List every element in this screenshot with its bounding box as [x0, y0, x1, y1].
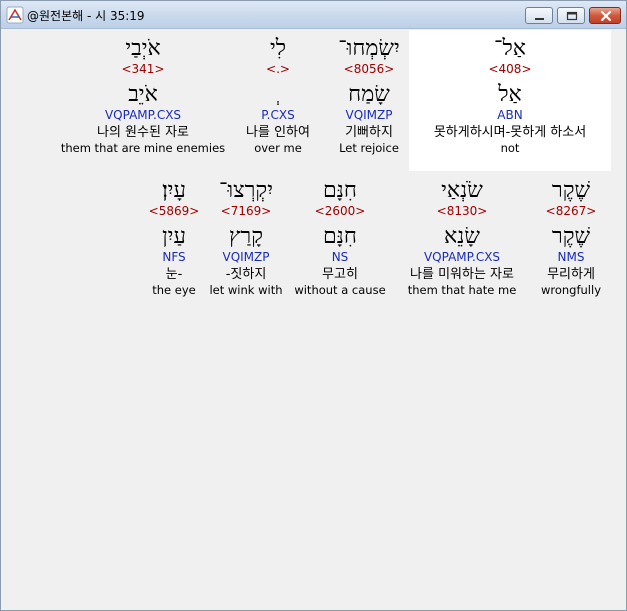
app-logo-icon: [6, 6, 24, 24]
korean-gloss: 나의 원수된 자로: [97, 125, 189, 140]
korean-gloss: -짓하지: [225, 267, 267, 282]
close-button[interactable]: [589, 7, 621, 24]
english-gloss: let wink with: [209, 283, 283, 297]
strong-number[interactable]: <5869>: [146, 204, 202, 218]
window-title: @원전본해 - 시 35:19: [27, 9, 145, 23]
morphology-code: NS: [331, 250, 349, 264]
maximize-button[interactable]: [557, 7, 585, 24]
english-gloss: them that are mine enemies: [60, 141, 226, 155]
morphology-code: P.CXS: [261, 108, 295, 122]
hebrew-root: ְ: [232, 82, 324, 108]
hebrew-root: שָׂמַח: [348, 82, 390, 107]
english-gloss: without a cause: [294, 283, 386, 297]
morphology-code: NFS: [162, 250, 186, 264]
hebrew-word: שֶׁקֶר: [551, 178, 591, 203]
english-gloss: them that hate me: [407, 283, 517, 297]
morphology-code: VQPAMP.CXS: [104, 108, 182, 122]
hebrew-root: עַיִן: [162, 224, 186, 249]
strong-number[interactable]: <8056>: [328, 62, 410, 76]
english-gloss: not: [500, 141, 520, 155]
title-bar[interactable]: @원전본해 - 시 35:19: [1, 1, 626, 29]
close-icon: [600, 10, 612, 22]
korean-gloss: 무리하게: [547, 267, 595, 282]
korean-gloss: 무고히: [322, 267, 358, 282]
strong-number[interactable]: <341>: [58, 62, 228, 76]
word-cell-341[interactable]: אֹיְבַי <341> אֹיֵב VQPAMP.CXS 나의 원수된 자로…: [58, 30, 228, 171]
hebrew-root: חִנָּם: [323, 224, 357, 249]
hebrew-root: קָרַץ: [228, 224, 264, 249]
word-cell-8130[interactable]: שֹׂנְאַי <8130> שָׂנֵא VQPAMP.CXS 나를 미워하…: [396, 172, 528, 313]
english-gloss: Let rejoice: [339, 141, 399, 155]
strong-number[interactable]: <8130>: [396, 204, 528, 218]
interlinear-panel: אַל־ <408> אַל ABN 못하게하시며-못하게 하소서 not יִ…: [6, 30, 621, 607]
word-cell-8267[interactable]: שֶׁקֶר <8267> שֶׁקֶר NMS 무리하게 wrongfully: [534, 172, 608, 313]
korean-gloss: 기뻐하지: [345, 125, 393, 140]
hebrew-word: עָיִן׃: [162, 178, 186, 203]
strong-number[interactable]: <7169>: [206, 204, 286, 218]
app-window: @원전본해 - 시 35:19 אַל־ <408> אַל ABN 못하게하시…: [0, 0, 627, 611]
strong-number[interactable]: <408>: [409, 62, 611, 76]
morphology-code: NMS: [557, 250, 585, 264]
hebrew-word: חִנָּם: [323, 178, 357, 203]
word-cell-408[interactable]: אַל־ <408> אַל ABN 못하게하시며-못하게 하소서 not: [409, 30, 611, 171]
strong-number[interactable]: <8267>: [534, 204, 608, 218]
hebrew-word: שֹׂנְאַי: [441, 178, 483, 203]
korean-gloss: 눈-: [165, 267, 183, 282]
hebrew-root: שָׂנֵא: [444, 224, 480, 249]
hebrew-root: אֹיֵב: [128, 82, 158, 107]
morphology-code: VQIMZP: [222, 250, 270, 264]
minimize-button[interactable]: [525, 7, 553, 24]
word-cell-2600[interactable]: חִנָּם <2600> חִנָּם NS 무고히 without a ca…: [292, 172, 388, 313]
word-cell-7169[interactable]: יִקְרְצוּ־ <7169> קָרַץ VQIMZP -짓하지 let …: [206, 172, 286, 313]
strong-number[interactable]: <2600>: [292, 204, 388, 218]
hebrew-word: אֹיְבַי: [125, 36, 161, 61]
english-gloss: the eye: [152, 283, 196, 297]
hebrew-word: אַל־: [494, 36, 526, 61]
hebrew-root: אַל: [498, 82, 522, 107]
hebrew-root: שֶׁקֶר: [551, 224, 591, 249]
strong-number[interactable]: <.>: [232, 62, 324, 76]
morphology-code: VQIMZP: [345, 108, 393, 122]
morphology-code: ABN: [497, 108, 523, 122]
hebrew-word: יִקְרְצוּ־: [219, 178, 273, 203]
word-cell-5869[interactable]: עָיִן׃ <5869> עַיִן NFS 눈- the eye: [146, 172, 202, 313]
korean-gloss: 못하게하시며-못하게 하소서: [433, 125, 587, 140]
korean-gloss: 나를 미워하는 자로: [410, 267, 514, 282]
english-gloss: over me: [254, 141, 302, 155]
korean-gloss: 나를 인하여: [246, 125, 310, 140]
maximize-icon: [566, 11, 578, 21]
morphology-code: VQPAMP.CXS: [423, 250, 501, 264]
word-cell-8056[interactable]: יִשְׂמְחוּ־ <8056> שָׂמַח VQIMZP 기뻐하지 Le…: [328, 30, 410, 171]
word-cell-prep[interactable]: לִי <.> ְ P.CXS 나를 인하여 over me: [232, 30, 324, 171]
hebrew-word: יִשְׂמְחוּ־: [338, 36, 400, 61]
english-gloss: wrongfully: [540, 283, 602, 297]
minimize-icon: [535, 18, 544, 20]
hebrew-word: לִי: [269, 36, 287, 61]
